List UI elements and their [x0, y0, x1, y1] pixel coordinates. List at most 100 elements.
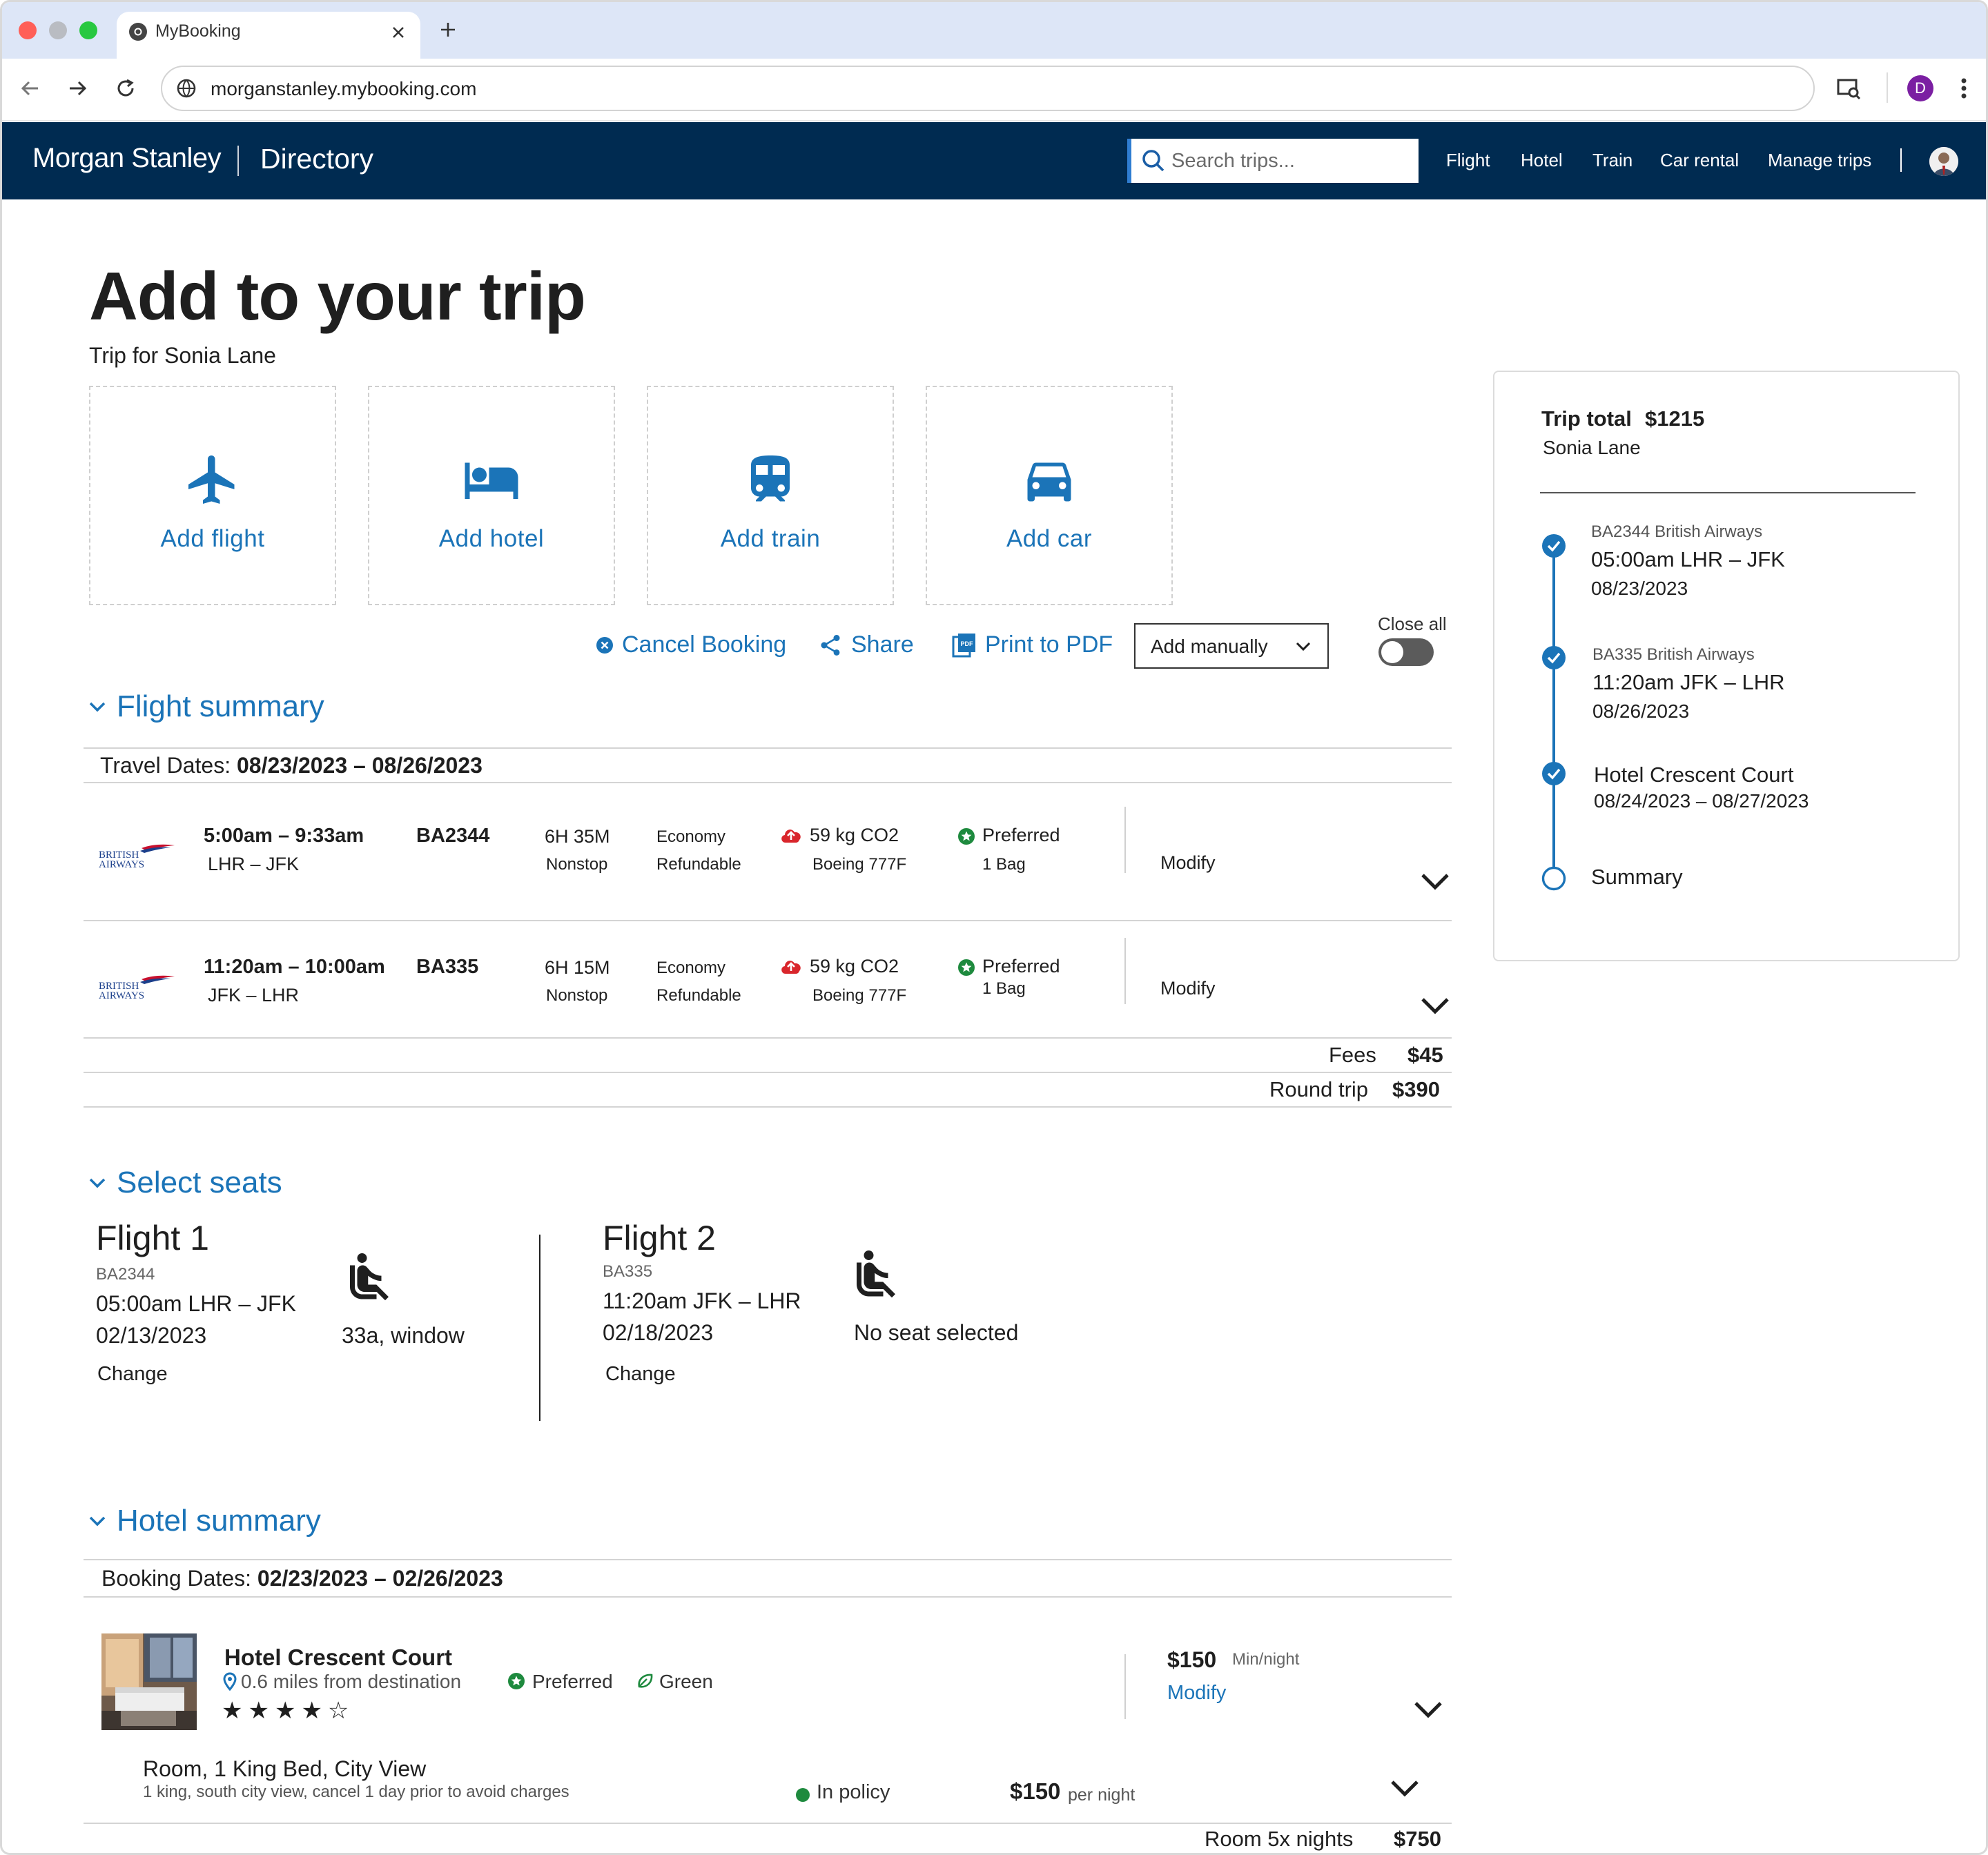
add-car-label: Add car — [1006, 525, 1093, 552]
hotel-summary-title: Hotel summary — [117, 1504, 321, 1538]
hotel-star-rating: ★★★★☆ — [222, 1698, 355, 1724]
flight-row: BRITISH AIRWAYS 5:00am – 9:33am LHR – JF… — [84, 803, 1452, 906]
close-all-toggle[interactable] — [1378, 638, 1434, 666]
close-all-label: Close all — [1378, 614, 1447, 634]
hotel-price-unit: Min/night — [1232, 1650, 1300, 1669]
seat-flight-route: 05:00am LHR – JFK — [96, 1291, 296, 1316]
add-manually-dropdown[interactable]: Add manually — [1134, 623, 1329, 669]
selected-seat[interactable]: No seat selected — [854, 1320, 1018, 1346]
room-price-unit: per night — [1068, 1785, 1136, 1805]
card-divider — [1540, 492, 1916, 493]
new-tab-icon[interactable] — [440, 21, 456, 38]
add-train-label: Add train — [720, 525, 821, 552]
divider — [84, 1106, 1452, 1108]
svg-text:PDF: PDF — [961, 640, 974, 647]
select-seats-title: Select seats — [117, 1166, 282, 1199]
section-title[interactable]: Directory — [260, 143, 373, 175]
tab-title: MyBooking — [155, 21, 241, 41]
expand-chevron-icon[interactable] — [1420, 872, 1450, 891]
close-tab-icon[interactable] — [391, 26, 405, 39]
collapse-chevron-icon — [89, 1178, 106, 1188]
share-button[interactable]: Share — [818, 631, 914, 658]
minimize-window-button[interactable] — [49, 21, 67, 39]
co2-emissions: 59 kg CO2 — [810, 956, 899, 976]
more-menu-icon[interactable] — [1958, 75, 1969, 101]
flight-times: 11:20am – 10:00am — [204, 956, 385, 978]
cancel-booking-button[interactable]: Cancel Booking — [596, 631, 786, 658]
expand-chevron-icon[interactable] — [1420, 996, 1450, 1015]
nav-link-flight[interactable]: Flight — [1446, 150, 1490, 171]
flight-route: LHR – JFK — [208, 854, 300, 874]
add-flight-card[interactable]: Add flight — [89, 386, 336, 605]
expand-chevron-icon[interactable] — [1390, 1778, 1420, 1798]
modify-hotel-link[interactable]: Modify — [1167, 1682, 1226, 1705]
hotel-summary-header[interactable]: Hotel summary — [88, 1504, 321, 1538]
timeline-step-main[interactable]: Hotel Crescent Court — [1594, 763, 1793, 787]
round-trip-total: $390 — [1392, 1077, 1440, 1101]
select-seats-header[interactable]: Select seats — [88, 1166, 282, 1200]
nav-link-car-rental[interactable]: Car rental — [1660, 150, 1739, 171]
british-airways-logo: BRITISH AIRWAYS — [99, 974, 176, 1001]
cabin-class: Economy — [656, 827, 726, 846]
timeline-step-main[interactable]: 11:20am JFK – LHR — [1592, 670, 1785, 695]
selected-seat[interactable]: 33a, window — [342, 1323, 465, 1348]
flight-times: 5:00am – 9:33am — [204, 825, 364, 847]
divider — [84, 1037, 1452, 1039]
add-hotel-card[interactable]: Add hotel — [368, 386, 615, 605]
profile-avatar[interactable]: D — [1907, 75, 1933, 101]
nav-link-manage-trips[interactable]: Manage trips — [1768, 150, 1871, 171]
nav-link-hotel[interactable]: Hotel — [1521, 150, 1563, 171]
timeline-step-sub: BA2344 British Airways — [1591, 522, 1763, 541]
timeline-line — [1552, 547, 1555, 884]
pdf-icon: PDF — [952, 633, 975, 657]
site-header: Morgan Stanley Directory Search trips...… — [2, 122, 1986, 199]
timeline-step-date: 08/26/2023 — [1592, 700, 1690, 722]
forward-icon[interactable] — [66, 77, 89, 100]
step-complete-icon — [1542, 534, 1566, 558]
change-seat-link[interactable]: Change — [605, 1363, 676, 1386]
browser-tab-bar: MyBooking — [2, 2, 1986, 59]
room-price: $150 — [1010, 1778, 1061, 1804]
cancel-booking-label: Cancel Booking — [622, 631, 787, 658]
flight-stops: Nonstop — [546, 986, 608, 1005]
change-seat-link[interactable]: Change — [97, 1363, 168, 1386]
expand-chevron-icon[interactable] — [1413, 1700, 1443, 1719]
flight-summary-header[interactable]: Flight summary — [88, 689, 324, 724]
maximize-window-button[interactable] — [79, 21, 97, 39]
divider — [84, 1072, 1452, 1073]
modify-flight-link[interactable]: Modify — [1160, 852, 1216, 874]
search-input[interactable]: Search trips... — [1127, 139, 1419, 183]
hotel-photo[interactable] — [101, 1633, 197, 1730]
back-icon[interactable] — [19, 77, 42, 100]
room-description: 1 king, south city view, cancel 1 day pr… — [143, 1783, 569, 1801]
bag-allowance: 1 Bag — [982, 979, 1026, 998]
airline-logo-bottom: AIRWAYS — [99, 859, 144, 870]
train-icon — [751, 455, 790, 502]
user-avatar[interactable] — [1929, 147, 1958, 176]
close-window-button[interactable] — [19, 21, 37, 39]
address-bar[interactable]: morganstanley.mybooking.com — [161, 66, 1815, 111]
divider — [84, 920, 1452, 921]
divider — [84, 1823, 1452, 1824]
screen-search-icon[interactable] — [1835, 75, 1862, 101]
brand-logo[interactable]: Morgan Stanley — [32, 143, 222, 174]
hotel-name[interactable]: Hotel Crescent Court — [224, 1645, 452, 1671]
nav-link-train[interactable]: Train — [1592, 150, 1633, 171]
booking-dates-value: 02/23/2023 – 02/26/2023 — [257, 1566, 503, 1591]
modify-flight-link[interactable]: Modify — [1160, 978, 1216, 999]
row-divider — [1124, 938, 1126, 1004]
seat-flight-date: 02/13/2023 — [96, 1323, 207, 1348]
bed-icon — [465, 462, 518, 499]
seat-flight-title: Flight 2 — [603, 1219, 716, 1257]
reload-icon[interactable] — [114, 77, 137, 100]
preferred-label: Preferred — [982, 825, 1060, 845]
add-car-card[interactable]: Add car — [926, 386, 1173, 605]
timeline-step-main[interactable]: 05:00am LHR – JFK — [1591, 547, 1785, 572]
flight-stops: Nonstop — [546, 855, 608, 874]
airline-logo-icon: BRITISH AIRWAYS — [99, 844, 175, 870]
timeline-step-main[interactable]: Summary — [1591, 865, 1683, 890]
print-to-pdf-button[interactable]: PDF Print to PDF — [952, 631, 1113, 658]
site-info-icon[interactable] — [176, 78, 197, 99]
add-train-card[interactable]: Add train — [647, 386, 894, 605]
row-divider — [1124, 1654, 1126, 1719]
